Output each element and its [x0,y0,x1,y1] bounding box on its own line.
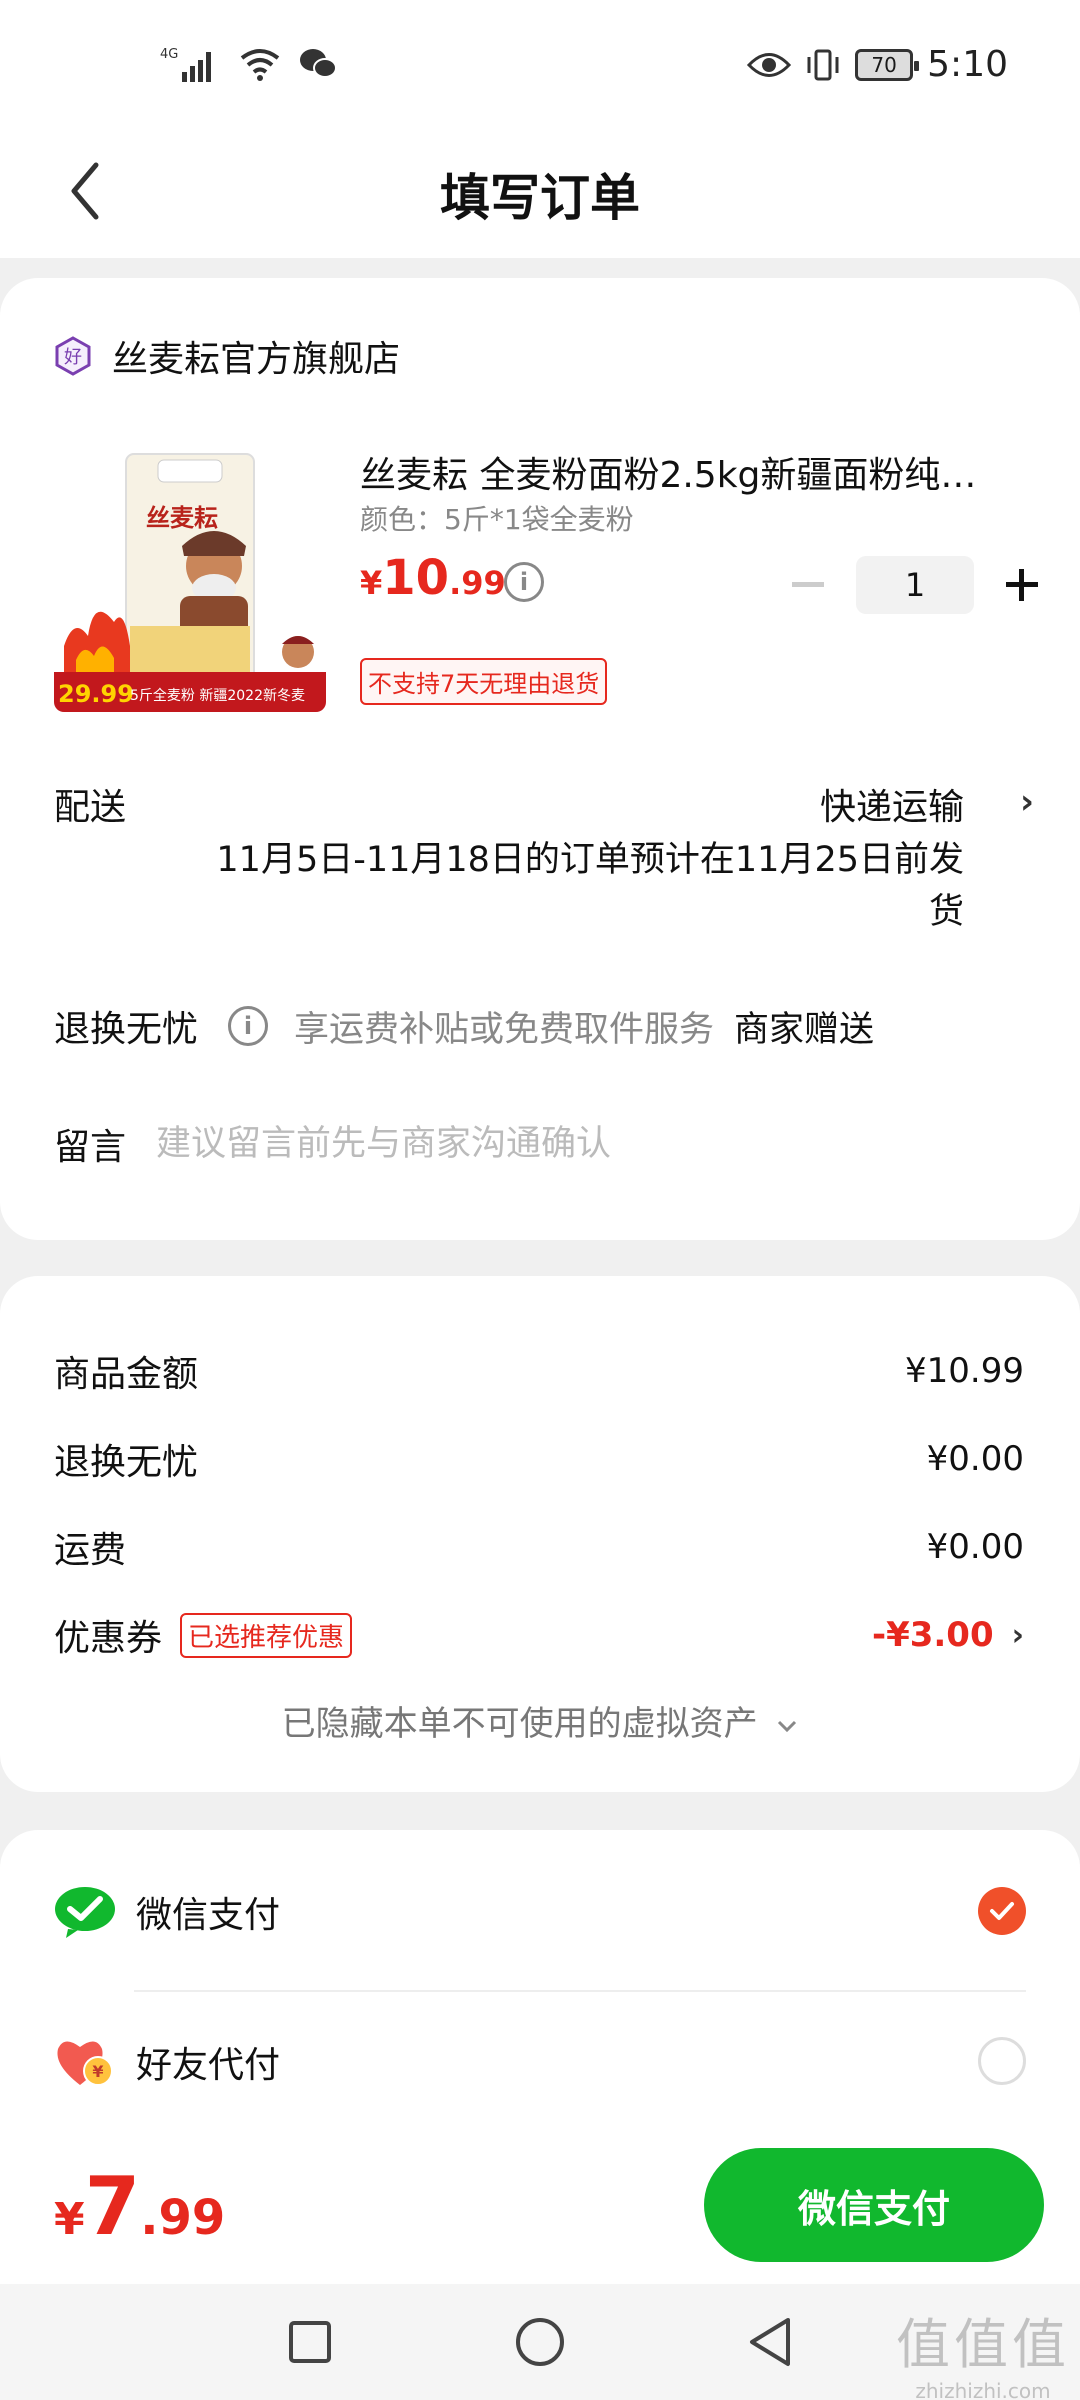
status-bar: 4G 70 5:10 [0,0,1080,128]
delivery-label: 配送 [54,787,127,828]
chevron-right-icon: › [1019,782,1034,822]
coupon-row[interactable]: 优惠券 已选推荐优惠 -¥3.00 › [54,1610,1024,1660]
wechat-pay-label: 微信支付 [136,1895,281,1936]
svg-text:丝麦耘: 丝麦耘 [146,504,218,532]
svg-text:¥: ¥ [92,2062,103,2081]
return-worry-desc: 享运费补贴或免费取件服务 [294,1009,715,1050]
quantity-value[interactable]: 1 [856,556,974,614]
chevron-right-icon: › [1011,1617,1024,1653]
chevron-down-icon [778,1720,797,1732]
return-worry-gift: 商家赠送 [734,1009,875,1050]
friend-pay-heart-icon: ¥ [57,2041,113,2086]
svg-text:好: 好 [64,347,82,368]
home-button[interactable] [510,2312,570,2372]
quantity-stepper: 1 [780,556,1050,614]
circle-icon [516,2318,564,2366]
svg-text:5斤全麦粉 新疆2022新冬麦: 5斤全麦粉 新疆2022新冬麦 [130,687,305,704]
payment-card: 微信支付 ¥ 好友代付 [0,1830,1080,2150]
coupon-label-group: 优惠券 已选推荐优惠 [54,1609,353,1661]
return-worry-row: 退换无忧 i 享运费补贴或免费取件服务 商家赠送 [54,996,1034,1056]
hidden-assets-text: 已隐藏本单不可使用的虚拟资产 [281,1704,758,1744]
wechat-notification-icon [300,49,337,78]
system-back-button[interactable] [740,2312,800,2372]
wechat-pay-radio-checked[interactable] [978,1887,1026,1935]
message-label: 留言 [54,1127,127,1168]
square-icon [289,2321,331,2363]
shipping-value: ¥0.00 [926,1527,1024,1567]
coupon-value: -¥3.00 [871,1615,994,1655]
navbar: 填写订单 [0,128,1080,258]
recents-button[interactable] [280,2312,340,2372]
signal-icon: 4G [160,47,211,82]
product-image-art: 丝麦耘 29.99 5斤全麦粉 新疆2022新冬麦 [54,446,326,712]
vibrate-icon [807,49,839,80]
coupon-value-group: -¥3.00 › [872,1615,1024,1655]
hidden-assets-toggle[interactable]: 已隐藏本单不可使用的虚拟资产 [0,1696,1080,1745]
wifi-icon [240,49,280,81]
delivery-method: 快递运输 [819,787,964,828]
message-input[interactable] [156,1124,857,1164]
plus-icon [1006,569,1038,601]
payment-option-wechat[interactable]: 微信支付 [54,1872,1026,1952]
checkout-bar: ¥ 7 .99 微信支付 [0,2124,1080,2284]
price-decimal: .99 [449,564,506,602]
wechat-pay-button[interactable]: 微信支付 [704,2148,1044,2262]
goods-amount-value: ¥10.99 [905,1351,1024,1391]
shipping-label: 运费 [54,1530,127,1571]
payment-divider [134,1990,1026,1992]
watermark-text: 值值值 [896,2313,1070,2376]
return-worry-label: 退换无忧 [54,1009,199,1050]
payment-option-friend[interactable]: ¥ 好友代付 [54,2022,1026,2102]
product-price: ¥ 10 .99 [360,550,506,606]
product-spec[interactable]: 颜色：5斤*1袋全麦粉 [360,498,634,538]
page-title: 填写订单 [440,169,640,227]
triangle-back-icon [750,2318,790,2366]
good-shop-badge-icon: 好 [55,336,91,376]
price-info-icon[interactable]: i [504,562,544,602]
total-integer: 7 [84,2160,141,2253]
wechat-pay-icon [55,1887,115,1938]
quantity-increase-button[interactable] [994,557,1050,613]
status-left: 4G [160,44,338,84]
coupon-label: 优惠券 [54,1618,163,1659]
order-card: 好 丝麦耘官方旗舰店 丝麦耘 29.99 5斤全麦粉 新疆2022新冬麦 丝麦耘… [0,278,1080,1240]
goods-amount-label: 商品金额 [54,1354,199,1395]
product-title[interactable]: 丝麦耘 全麦粉面粉2.5kg新疆面粉纯… [360,446,1020,498]
coupon-recommend-tag: 已选推荐优惠 [180,1612,353,1658]
shop-row[interactable]: 好 丝麦耘官方旗舰店 [52,330,400,382]
watermark: 值值值 zhizhizhi.com [896,2300,1070,2400]
total-decimal: .99 [140,2190,226,2246]
goods-amount-row: 商品金额 ¥10.99 [54,1346,1024,1396]
no-return-tag: 不支持7天无理由退货 [360,658,608,705]
fee-card: 商品金额 ¥10.99 退换无忧 ¥0.00 运费 ¥0.00 优惠券 已选推荐… [0,1276,1080,1792]
product-image[interactable]: 丝麦耘 29.99 5斤全麦粉 新疆2022新冬麦 [54,446,326,712]
return-worry-fee-row: 退换无忧 ¥0.00 [54,1434,1024,1484]
return-worry-fee-value: ¥0.00 [926,1439,1024,1479]
clock: 5:10 [927,44,1008,85]
shop-name: 丝麦耘官方旗舰店 [112,339,401,380]
svg-text:4G: 4G [160,47,178,62]
friend-pay-label: 好友代付 [136,2045,281,2086]
minus-icon [792,582,824,587]
check-icon [990,1902,1014,1920]
return-worry-info-icon[interactable]: i [228,1006,269,1046]
delivery-row[interactable]: 配送 快递运输 › 11月5日-11月18日的订单预计在11月25日前发货 [54,778,1034,938]
watermark-domain: zhizhizhi.com [915,2379,1051,2400]
shipping-row: 运费 ¥0.00 [54,1522,1024,1572]
status-right: 70 5:10 [747,44,1008,85]
quantity-decrease-button[interactable] [780,557,836,613]
total-price: ¥ 7 .99 [54,2160,225,2253]
total-symbol: ¥ [54,2194,85,2245]
battery-indicator: 70 [855,48,920,81]
price-symbol: ¥ [360,564,383,602]
friend-pay-radio[interactable] [978,2037,1026,2085]
price-integer: 10 [382,550,450,606]
message-row: 留言 [54,1118,857,1170]
delivery-estimate: 11月5日-11月18日的订单预计在11月25日前发货 [216,840,964,932]
eye-icon [747,52,792,77]
svg-text:29.99: 29.99 [58,680,134,708]
return-worry-fee-label: 退换无忧 [54,1442,199,1483]
